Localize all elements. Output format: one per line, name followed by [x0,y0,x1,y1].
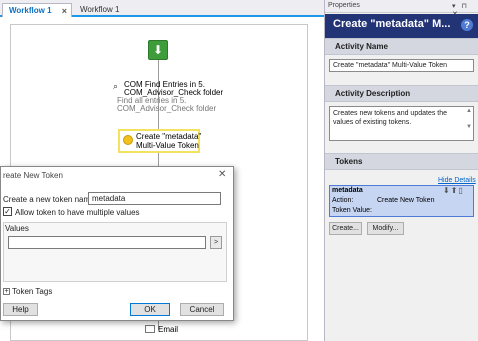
token-name: metadata [332,187,363,194]
help-icon[interactable]: ? [461,19,473,31]
values-label: Values [5,224,29,233]
tokens-header: Tokens [335,157,363,166]
activity-description-header: Activity Description [335,89,411,98]
values-insert-button[interactable]: > [210,236,222,249]
find-entries-desc-cont: COM_Advisor_Check folder [117,104,217,113]
email-icon[interactable] [145,325,155,333]
cancel-button[interactable]: Cancel [180,303,224,316]
hide-details-link[interactable]: Hide Details [438,177,476,184]
close-icon[interactable]: ✕ [218,169,226,180]
tab-workflow-1-inactive[interactable]: Workflow 1 [74,3,142,17]
properties-label: Properties [328,2,360,9]
create-token-title[interactable]: Create "metadata" [136,132,201,141]
activity-description-input[interactable]: Creates new tokens and updates the value… [329,106,474,141]
activity-name-header: Activity Name [335,42,388,51]
create-token-title-cont[interactable]: Multi-Value Token [136,141,199,150]
properties-title: Create "metadata" M... [333,18,451,30]
multi-value-label: Allow token to have multiple values [15,208,140,217]
expand-icon[interactable]: + [3,288,10,295]
create-token-button[interactable]: Create... [329,222,362,235]
find-entries-icon[interactable]: ⌕ [113,81,123,91]
token-icon [123,135,133,145]
token-action-key: Action: [332,197,354,204]
token-tags-label[interactable]: Token Tags [12,287,52,296]
dialog-title: reate New Token [3,171,63,180]
scrollbar[interactable]: ▲ ▼ [465,107,473,140]
activity-name-input[interactable]: Create "metadata" Multi-Value Token [329,59,474,72]
values-input[interactable] [8,236,206,249]
tab-label: Workflow 1 [80,5,120,14]
start-icon[interactable]: ⬇ [148,40,168,60]
email-activity-label[interactable]: Email [158,325,178,334]
close-icon[interactable]: × [62,4,67,18]
help-button[interactable]: Help [3,303,38,316]
tab-label: Workflow 1 [9,6,52,15]
modify-token-button[interactable]: Modify... [367,222,404,235]
values-group [3,222,227,282]
token-reorder-icons[interactable]: ⬇⬆▯ [443,186,464,195]
tab-workflow-1[interactable]: Workflow 1 × [2,3,72,17]
token-value-key: Token Value: [332,207,372,214]
multi-value-checkbox[interactable]: ✓ [3,207,12,216]
token-name-label: Create a new token named: [3,195,102,204]
ok-button[interactable]: OK [130,303,170,316]
token-name-input[interactable]: metadata [88,192,221,205]
token-action-value: Create New Token [377,197,435,204]
